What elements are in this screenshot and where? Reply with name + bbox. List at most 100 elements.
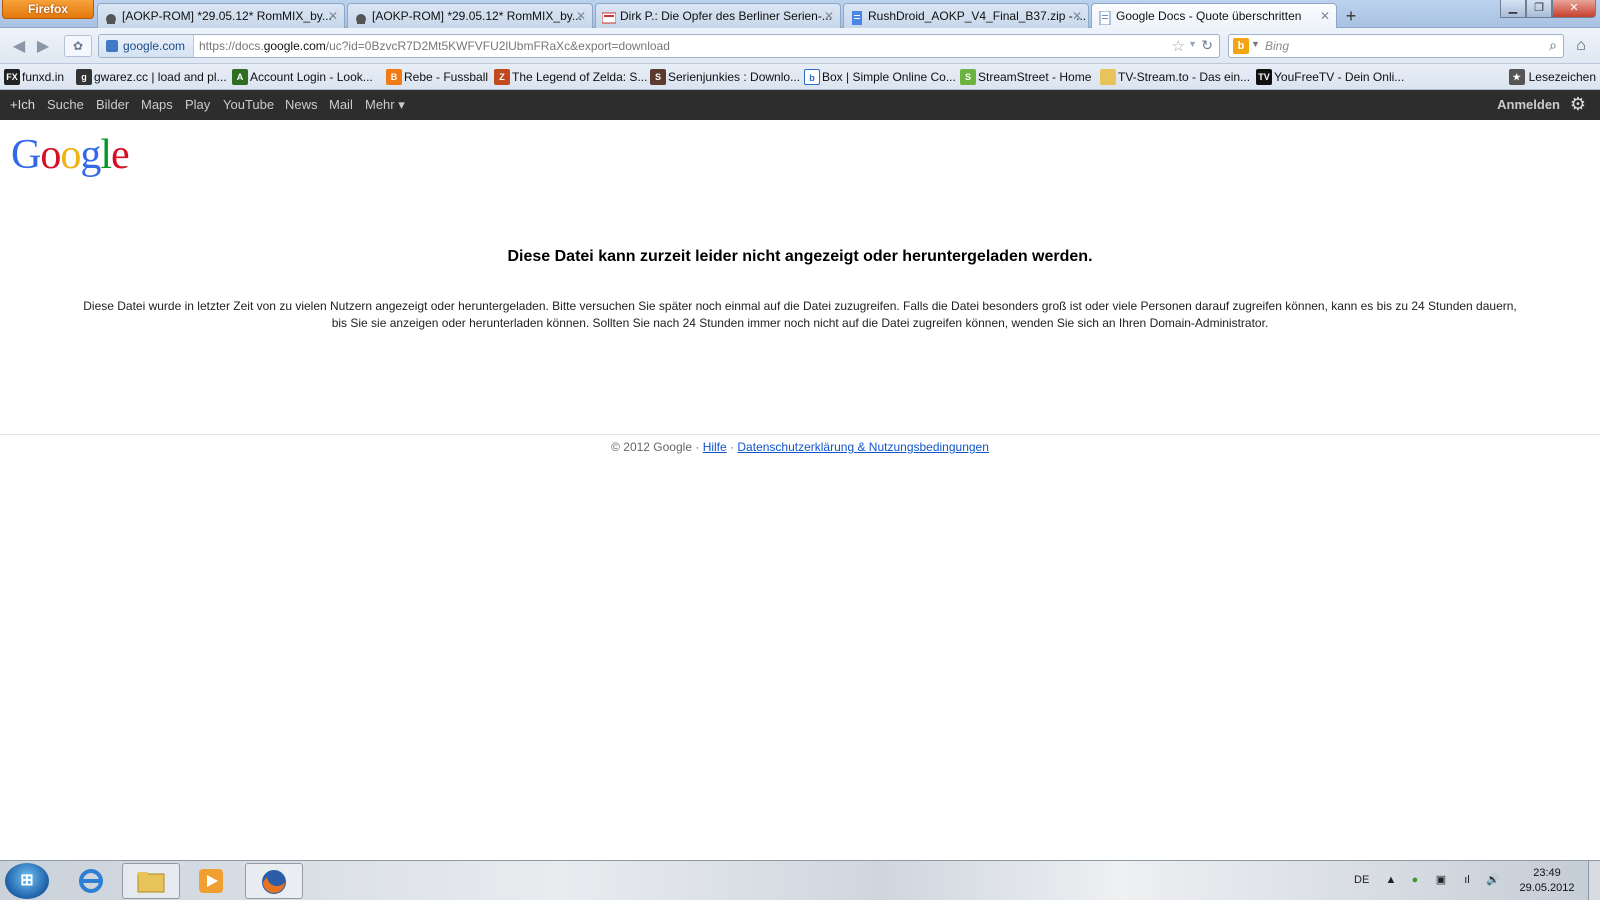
streamstreet-icon: S bbox=[960, 69, 976, 85]
windows-start-icon[interactable]: ⊞ bbox=[5, 863, 49, 899]
error-message: Diese Datei wurde in letzter Zeit von zu… bbox=[83, 299, 1517, 330]
privacy-terms-link[interactable]: Datenschutzerklärung & Nutzungsbedingung… bbox=[737, 440, 989, 454]
gbar-link-news[interactable]: News bbox=[285, 90, 318, 120]
site-identity-button[interactable]: google.com bbox=[99, 35, 195, 57]
tab-aokp-2[interactable]: [AOKP-ROM] *29.05.12* RomMIX_by... ✕ bbox=[347, 3, 593, 28]
back-arrow-icon[interactable]: ◀ bbox=[8, 36, 30, 58]
gbar-link-mail[interactable]: Mail bbox=[329, 90, 353, 120]
google-logo[interactable]: Google bbox=[11, 130, 130, 180]
gbar-link-play[interactable]: Play bbox=[185, 90, 210, 120]
show-hidden-icons-icon[interactable]: ▲ bbox=[1384, 873, 1398, 887]
bookmark-item[interactable]: S StreamStreet - Home bbox=[958, 64, 1091, 90]
android-icon bbox=[104, 9, 118, 24]
bookmark-item[interactable]: FX funxd.in bbox=[2, 64, 64, 90]
network-icon[interactable]: ıl bbox=[1460, 873, 1474, 887]
signin-button[interactable]: Anmelden bbox=[1497, 90, 1560, 120]
zelda-icon: Z bbox=[494, 69, 510, 85]
device-icon[interactable]: ▣ bbox=[1434, 873, 1448, 887]
maximize-icon[interactable]: ❐ bbox=[1526, 0, 1552, 18]
bookmarks-star-icon: ★ bbox=[1508, 69, 1525, 85]
youfreetv-icon: TV bbox=[1256, 69, 1272, 85]
clock-date: 29.05.2012 bbox=[1519, 882, 1575, 894]
window-controls: ▁ ❐ ✕ bbox=[1500, 0, 1596, 18]
search-bar[interactable]: b ▼ Bing ⌕ bbox=[1228, 34, 1564, 58]
url-text[interactable]: https://docs.google.com/uc?id=0BzvcR7D2M… bbox=[199, 35, 670, 57]
tab-rushdroid[interactable]: RushDroid_AOKP_V4_Final_B37.zip - ... ✕ bbox=[843, 3, 1089, 28]
gbar-link-bilder[interactable]: Bilder bbox=[96, 90, 129, 120]
bookmark-item[interactable]: TV YouFreeTV - Dein Onli... bbox=[1254, 64, 1404, 90]
close-icon[interactable]: ✕ bbox=[328, 4, 338, 28]
bookmark-item[interactable]: B Rebe - Fussball bbox=[384, 64, 488, 90]
funxd-icon: FX bbox=[4, 69, 20, 85]
search-input[interactable]: Bing bbox=[1265, 35, 1289, 57]
bookmark-star-icon[interactable]: ☆ bbox=[1172, 37, 1185, 55]
gbar-link-youtube[interactable]: YouTube bbox=[223, 90, 274, 120]
bookmark-item[interactable]: b Box | Simple Online Co... bbox=[802, 64, 956, 90]
google-bar: +Ich Suche Bilder Maps Play YouTube News… bbox=[0, 90, 1600, 120]
app-tray-icon[interactable]: ● bbox=[1408, 873, 1422, 887]
tab-google-docs[interactable]: Google Docs - Quote überschritten ✕ bbox=[1091, 3, 1337, 29]
tab-aokp-1[interactable]: [AOKP-ROM] *29.05.12* RomMIX_by... ✕ bbox=[97, 3, 345, 28]
tab-title: Dirk P.: Die Opfer des Berliner Serien-.… bbox=[620, 9, 832, 23]
firefox-menu-button[interactable]: Firefox bbox=[2, 0, 94, 19]
account-icon: A bbox=[232, 69, 248, 85]
close-icon[interactable]: ✕ bbox=[576, 4, 586, 28]
footer-divider bbox=[0, 434, 1600, 435]
url-history-dropdown-icon[interactable]: ▼ bbox=[1188, 39, 1197, 49]
bookmarks-toolbar: FX funxd.in g gwarez.cc | load and pl...… bbox=[0, 64, 1600, 90]
volume-icon[interactable]: 🔊 bbox=[1486, 873, 1500, 887]
box-icon: b bbox=[804, 69, 820, 85]
blogger-icon: B bbox=[386, 69, 402, 85]
close-icon[interactable]: ✕ bbox=[1072, 4, 1082, 28]
search-engine-dropdown-icon[interactable]: ▼ bbox=[1251, 39, 1260, 49]
gbar-link-mehr[interactable]: Mehr ▾ bbox=[365, 90, 405, 120]
forward-arrow-icon[interactable]: ▶ bbox=[32, 36, 54, 58]
document-icon bbox=[1098, 9, 1112, 26]
gbar-link-maps[interactable]: Maps bbox=[141, 90, 173, 120]
error-title: Diese Datei kann zurzeit leider nicht an… bbox=[507, 248, 1093, 265]
windows-taskbar: ⊞ DE ▲ ● ▣ ıl 🔊 23:49 29.05.2012 bbox=[0, 860, 1600, 900]
page-footer: © 2012 Google · Hilfe · Datenschutzerklä… bbox=[0, 440, 1600, 454]
explorer-folder-icon[interactable] bbox=[122, 863, 180, 899]
bookmark-item[interactable]: Z The Legend of Zelda: S... bbox=[492, 64, 647, 90]
close-icon[interactable]: ✕ bbox=[824, 4, 834, 28]
search-icon[interactable]: ⌕ bbox=[1549, 37, 1557, 54]
tab-dirk-p[interactable]: Dirk P.: Die Opfer des Berliner Serien-.… bbox=[595, 3, 841, 28]
internet-explorer-icon[interactable] bbox=[62, 863, 120, 899]
footer-separator: · bbox=[730, 440, 735, 454]
show-desktop-button[interactable] bbox=[1588, 861, 1600, 900]
bookmark-item[interactable]: S Serienjunkies : Downlo... bbox=[648, 64, 800, 90]
gbar-link-plus-ich[interactable]: +Ich bbox=[10, 90, 35, 120]
gbar-link-suche[interactable]: Suche bbox=[47, 90, 84, 120]
gear-icon[interactable]: ⚙ bbox=[1568, 94, 1588, 114]
bing-icon[interactable]: b bbox=[1233, 38, 1249, 54]
globe-icon bbox=[106, 40, 118, 52]
tab-title: [AOKP-ROM] *29.05.12* RomMIX_by... bbox=[372, 9, 582, 23]
new-tab-button[interactable]: + bbox=[1339, 5, 1363, 27]
bookmark-item[interactable]: g gwarez.cc | load and pl... bbox=[74, 64, 227, 90]
media-player-icon[interactable] bbox=[182, 863, 240, 899]
bookmarks-menu-button[interactable]: ★ Lesezeichen bbox=[1507, 64, 1596, 90]
bookmark-item[interactable]: A Account Login - Look... bbox=[230, 64, 373, 90]
close-window-icon[interactable]: ✕ bbox=[1552, 0, 1596, 18]
identity-label: google.com bbox=[123, 39, 186, 53]
help-link[interactable]: Hilfe bbox=[703, 440, 727, 454]
language-indicator[interactable]: DE bbox=[1354, 861, 1369, 899]
folder-icon bbox=[1100, 69, 1116, 85]
taskbar-clock[interactable]: 23:49 29.05.2012 bbox=[1512, 866, 1582, 896]
serienjunkies-icon: S bbox=[650, 69, 666, 85]
gwarez-icon: g bbox=[76, 69, 92, 85]
addon-icon[interactable]: ✿ bbox=[64, 35, 92, 57]
tab-title: RushDroid_AOKP_V4_Final_B37.zip - ... bbox=[868, 9, 1087, 23]
navigation-toolbar: ◀ ▶ ✿ google.com https://docs.google.com… bbox=[0, 28, 1600, 64]
home-icon[interactable]: ⌂ bbox=[1570, 36, 1592, 56]
minimize-icon[interactable]: ▁ bbox=[1500, 0, 1526, 18]
reload-icon[interactable]: ↻ bbox=[1201, 37, 1213, 54]
url-bar[interactable]: google.com https://docs.google.com/uc?id… bbox=[98, 34, 1220, 58]
document-icon bbox=[850, 9, 864, 25]
tab-title: [AOKP-ROM] *29.05.12* RomMIX_by... bbox=[122, 9, 332, 23]
close-icon[interactable]: ✕ bbox=[1320, 4, 1330, 28]
copyright-text: © 2012 Google bbox=[611, 440, 692, 454]
bookmark-item[interactable]: TV-Stream.to - Das ein... bbox=[1098, 64, 1250, 90]
firefox-icon[interactable] bbox=[245, 863, 303, 899]
